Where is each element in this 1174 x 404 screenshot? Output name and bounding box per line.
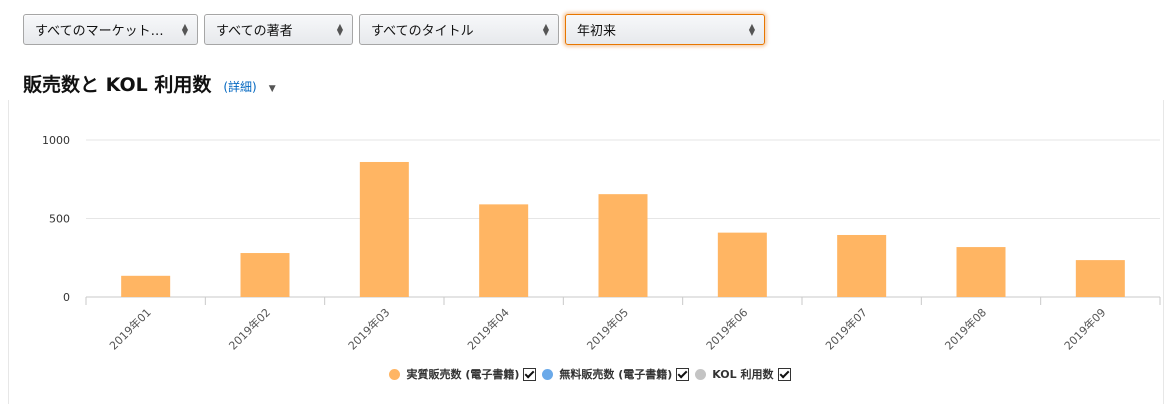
legend-dot-free [542, 368, 554, 380]
detail-link[interactable]: (詳細) [223, 78, 256, 95]
legend-checkbox-paid[interactable] [523, 367, 537, 381]
select-arrows-icon: ▲ ▼ [336, 21, 343, 37]
bar [479, 204, 529, 297]
period-select-value: 年初来 [577, 24, 617, 39]
legend-checkbox-kol[interactable] [777, 367, 791, 381]
y-tick-label: 0 [63, 291, 70, 304]
y-tick-label: 500 [49, 213, 70, 226]
x-tick-label: 2019年03 [345, 305, 392, 352]
filter-bar: すべてのマーケット… ▲ ▼ すべての著者 ▲ ▼ すべてのタイトル ▲ ▼ 年初来 … [23, 14, 765, 45]
select-arrows-icon: ▲ ▼ [748, 21, 755, 37]
bar [1075, 260, 1125, 297]
bar [240, 253, 290, 297]
x-tick-label: 2019年01 [106, 305, 153, 352]
period-select[interactable]: 年初来 ▲ ▼ [565, 14, 765, 45]
author-select[interactable]: すべての著者 ▲ ▼ [204, 14, 353, 45]
chart-title: 販売数と KOL 利用数 [23, 74, 212, 96]
caret-down-icon[interactable]: ▼ [269, 84, 276, 94]
bar [121, 275, 171, 297]
select-arrows-icon: ▲ ▼ [181, 21, 188, 37]
bar-chart: 0 500 1000 2019年01 2019年02 2019年03 2019年04 2019… [42, 134, 1161, 353]
x-tick-label: 2019年07 [822, 305, 869, 352]
title-select-value: すべてのタイトル [371, 24, 474, 39]
legend-checkbox-free[interactable] [676, 367, 690, 381]
legend-label-kol: KOL 利用数 [712, 368, 774, 381]
bar [717, 232, 767, 297]
author-select-value: すべての著者 [216, 24, 293, 39]
bar [359, 161, 409, 297]
market-select[interactable]: すべてのマーケット… ▲ ▼ [23, 14, 198, 45]
chart-header: 販売数と KOL 利用数 (詳細) ▼ [23, 70, 276, 97]
legend-item-kol[interactable]: KOL 利用数 [695, 366, 791, 382]
select-arrows-icon: ▲ ▼ [542, 21, 549, 37]
x-tick-label: 2019年08 [942, 305, 989, 352]
x-tick-label: 2019年09 [1061, 305, 1108, 352]
bar [837, 234, 887, 297]
legend-item-free[interactable]: 無料販売数 (電子書籍) [542, 366, 690, 382]
bar [956, 247, 1006, 297]
x-tick-label: 2019年04 [464, 305, 511, 352]
market-select-value: すべてのマーケット… [35, 24, 164, 39]
y-tick-label: 1000 [42, 134, 70, 147]
legend-label-free: 無料販売数 (電子書籍) [559, 368, 673, 381]
x-tick-label: 2019年06 [703, 305, 750, 352]
x-tick-label: 2019年02 [226, 305, 273, 352]
title-select[interactable]: すべてのタイトル ▲ ▼ [359, 14, 559, 45]
legend-dot-paid [389, 368, 401, 380]
bar [598, 194, 648, 297]
x-tick-label: 2019年05 [584, 305, 631, 352]
chart-legend: 実質販売数 (電子書籍) 無料販売数 (電子書籍) KOL 利用数 [0, 366, 1174, 382]
legend-label-paid: 実質販売数 (電子書籍) [406, 368, 520, 381]
legend-item-paid[interactable]: 実質販売数 (電子書籍) [389, 366, 537, 382]
legend-dot-kol [695, 368, 707, 380]
